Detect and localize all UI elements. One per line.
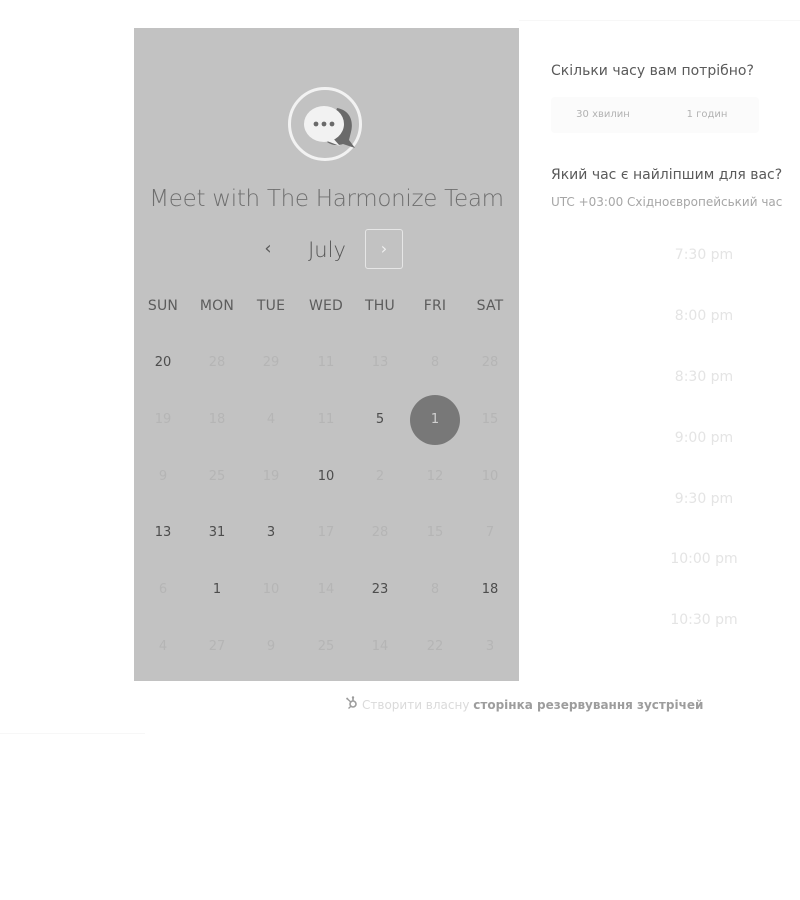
calendar-panel: Meet with The Harmonize Team ‹ July › SU…: [134, 28, 519, 681]
time-slot-button[interactable]: 8:00 pm: [643, 300, 765, 332]
day-cell: 19: [262, 469, 280, 484]
time-slot-button[interactable]: 9:00 pm: [643, 422, 765, 454]
divider: [0, 733, 145, 734]
day-cell: 15: [426, 525, 444, 540]
day-cell: 19: [154, 412, 172, 427]
day-cell: 10: [262, 582, 280, 597]
day-cell: 4: [158, 639, 168, 654]
day-cell: 9: [266, 639, 276, 654]
day-cell: 14: [371, 639, 389, 654]
day-cell: 22: [426, 639, 444, 654]
time-question: Який час є найліпшим для вас?: [551, 167, 783, 183]
time-slot-button[interactable]: 10:00 pm: [643, 543, 765, 575]
day-cell: 6: [158, 582, 168, 597]
day-cell[interactable]: 13: [138, 508, 188, 558]
day-cell: 8: [430, 582, 440, 597]
day-cell: 12: [426, 469, 444, 484]
day-cell[interactable]: 3: [246, 508, 296, 558]
footer-link[interactable]: Створити власну сторінка резервування зу…: [345, 696, 703, 714]
day-cell: 11: [317, 412, 335, 427]
day-cell[interactable]: 10: [301, 452, 351, 502]
duration-30-button[interactable]: 30 хвилин: [551, 97, 655, 133]
day-cell[interactable]: 18: [465, 565, 515, 615]
day-cell: 25: [208, 469, 226, 484]
day-cell: 28: [371, 525, 389, 540]
day-cell: 9: [158, 469, 168, 484]
day-cell: 10: [481, 469, 499, 484]
day-cell: 2: [375, 469, 385, 484]
day-cell[interactable]: 1: [192, 565, 242, 615]
duration-question: Скільки часу вам потрібно?: [551, 63, 754, 79]
time-slot-button[interactable]: 10:30 pm: [643, 604, 765, 636]
timezone-selector[interactable]: UTC +03:00 Східноєвропейський час: [551, 195, 800, 209]
meetings-page: Meet with The Harmonize Team ‹ July › SU…: [0, 0, 800, 900]
day-cell: 4: [266, 412, 276, 427]
footer-bold-text: сторінка резервування зустрічей: [473, 698, 704, 712]
duration-selector: 30 хвилин 1 годин: [551, 97, 759, 133]
day-cell: 27: [208, 639, 226, 654]
day-cell[interactable]: 23: [355, 565, 405, 615]
day-cell: 3: [485, 639, 495, 654]
time-slot-button[interactable]: 7:30 pm: [643, 239, 765, 271]
day-cell: 15: [481, 412, 499, 427]
day-cell[interactable]: 31: [192, 508, 242, 558]
duration-60-button[interactable]: 1 годин: [655, 97, 759, 133]
day-cell-selected[interactable]: 1: [410, 395, 460, 445]
day-cell: 14: [317, 582, 335, 597]
day-cell: 18: [208, 412, 226, 427]
day-cell: 28: [481, 355, 499, 370]
day-cell[interactable]: 5: [355, 395, 405, 445]
day-cell: 29: [262, 355, 280, 370]
day-cell: 7: [485, 525, 495, 540]
day-cell: 17: [317, 525, 335, 540]
sprocket-icon: [345, 696, 359, 715]
day-cell: 11: [317, 355, 335, 370]
calendar-grid: 20 28 29 11 13 8 28 19 18 4 11 5 1 15 9 25 19 10 2 12 10 13 31…: [134, 28, 519, 681]
day-cell: 28: [208, 355, 226, 370]
day-cell: 8: [430, 355, 440, 370]
time-slot-button[interactable]: 8:30 pm: [643, 361, 765, 393]
divider: [519, 20, 800, 21]
day-cell[interactable]: 20: [138, 338, 188, 388]
day-cell: 25: [317, 639, 335, 654]
day-cell: 13: [371, 355, 389, 370]
footer-light-text: Створити власну: [362, 698, 470, 712]
time-slot-button[interactable]: 9:30 pm: [643, 483, 765, 515]
